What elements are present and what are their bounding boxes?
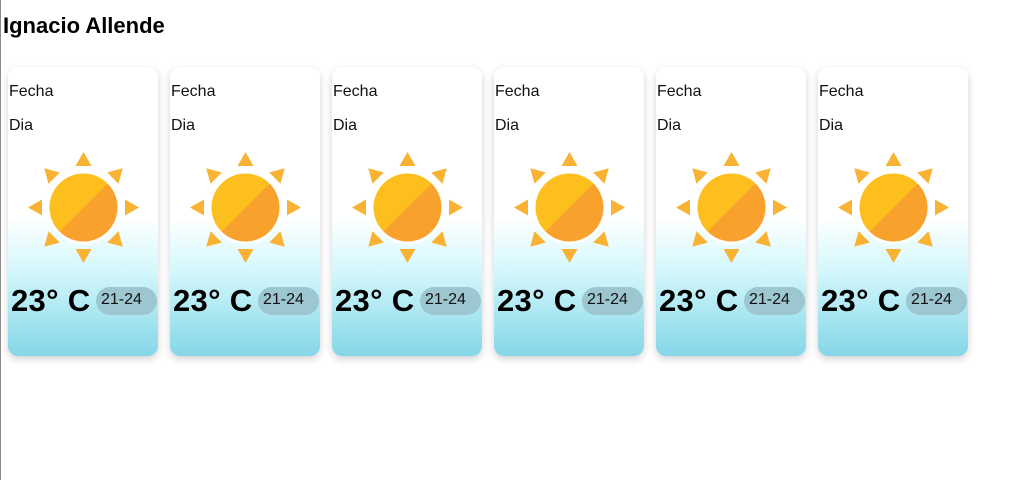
card-day: Dia [171, 117, 196, 134]
sun-icon [350, 150, 465, 265]
sun-icon [26, 150, 141, 265]
sun-icon [674, 150, 789, 265]
card-temperature: 23° C [659, 283, 739, 318]
forecast-card: Fecha Dia 23° C 21-24 [8, 67, 158, 356]
card-day: Dia [495, 117, 520, 134]
temperature-range-badge: 21-24 [906, 287, 967, 315]
card-date: Fecha [171, 83, 216, 100]
forecast-card: Fecha Dia 23° C 21-24 [494, 67, 644, 356]
card-date: Fecha [495, 83, 540, 100]
sun-icon [512, 150, 627, 265]
temperature-range-badge: 21-24 [582, 287, 643, 315]
card-day: Dia [333, 117, 358, 134]
card-date: Fecha [657, 83, 702, 100]
card-date: Fecha [333, 83, 378, 100]
card-day: Dia [9, 117, 34, 134]
card-date: Fecha [9, 83, 54, 100]
card-day: Dia [657, 117, 682, 134]
card-temperature: 23° C [821, 283, 901, 318]
card-temperature: 23° C [173, 283, 253, 318]
forecast-card: Fecha Dia 23° C 21-24 [332, 67, 482, 356]
weather-page: Ignacio Allende Fecha Dia 23° C 21-24 Fe… [0, 0, 1033, 480]
city-title: Ignacio Allende [3, 13, 165, 38]
card-temperature: 23° C [11, 283, 91, 318]
temperature-range-badge: 21-24 [258, 287, 319, 315]
temperature-range-badge: 21-24 [96, 287, 157, 315]
forecast-card: Fecha Dia 23° C 21-24 [818, 67, 968, 356]
sun-icon [188, 150, 303, 265]
sun-icon [836, 150, 951, 265]
card-temperature: 23° C [497, 283, 577, 318]
card-temperature: 23° C [335, 283, 415, 318]
forecast-card: Fecha Dia 23° C 21-24 [170, 67, 320, 356]
forecast-cards: Fecha Dia 23° C 21-24 Fecha Dia 23° C 21… [8, 67, 968, 356]
card-date: Fecha [819, 83, 864, 100]
temperature-range-badge: 21-24 [744, 287, 805, 315]
card-day: Dia [819, 117, 844, 134]
forecast-card: Fecha Dia 23° C 21-24 [656, 67, 806, 356]
temperature-range-badge: 21-24 [420, 287, 481, 315]
